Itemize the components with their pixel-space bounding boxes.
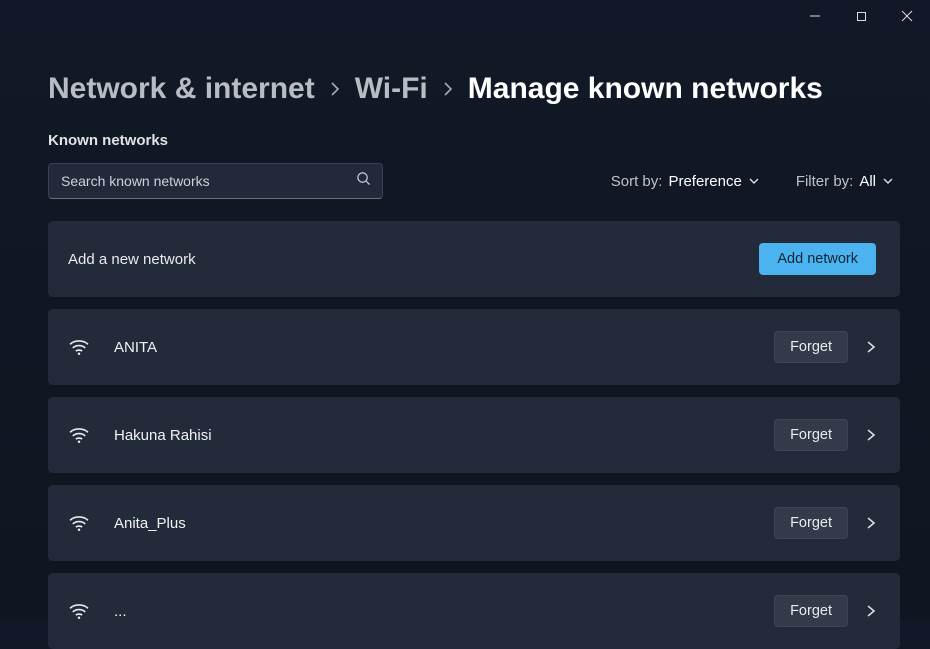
sort-by-value: Preference (668, 173, 741, 190)
sort-by-dropdown[interactable]: Sort by: Preference (611, 173, 760, 190)
filter-by-dropdown[interactable]: Filter by: All (796, 173, 894, 190)
breadcrumb: Network & internet Wi-Fi Manage known ne… (48, 72, 900, 106)
wifi-icon (66, 514, 92, 532)
forget-button[interactable]: Forget (774, 331, 848, 363)
chevron-right-icon[interactable] (866, 340, 876, 354)
network-row[interactable]: Anita_Plus Forget (48, 485, 900, 561)
add-network-label: Add a new network (68, 251, 759, 268)
network-name: Anita_Plus (114, 515, 774, 532)
network-name: ... (114, 603, 774, 620)
chevron-down-icon (882, 173, 894, 190)
network-name: ANITA (114, 339, 774, 356)
forget-button[interactable]: Forget (774, 507, 848, 539)
breadcrumb-item-wifi[interactable]: Wi-Fi (355, 72, 428, 106)
chevron-right-icon[interactable] (866, 428, 876, 442)
forget-button[interactable]: Forget (774, 419, 848, 451)
minimize-button[interactable] (792, 0, 838, 32)
filter-by-label: Filter by: (796, 173, 854, 190)
network-name: Hakuna Rahisi (114, 427, 774, 444)
maximize-button[interactable] (838, 0, 884, 32)
chevron-right-icon (329, 82, 341, 96)
search-field (48, 163, 383, 199)
wifi-icon (66, 338, 92, 356)
wifi-icon (66, 602, 92, 620)
filter-by-value: All (859, 173, 876, 190)
chevron-right-icon (442, 82, 454, 96)
breadcrumb-item-network[interactable]: Network & internet (48, 72, 315, 106)
breadcrumb-item-current: Manage known networks (468, 72, 823, 106)
network-row[interactable]: ... Forget (48, 573, 900, 649)
chevron-right-icon[interactable] (866, 516, 876, 530)
section-title: Known networks (48, 132, 900, 149)
network-row[interactable]: Hakuna Rahisi Forget (48, 397, 900, 473)
close-button[interactable] (884, 0, 930, 32)
add-network-button[interactable]: Add network (759, 243, 876, 275)
add-network-row: Add a new network Add network (48, 221, 900, 297)
wifi-icon (66, 426, 92, 444)
sort-by-label: Sort by: (611, 173, 663, 190)
forget-button[interactable]: Forget (774, 595, 848, 627)
network-row[interactable]: ANITA Forget (48, 309, 900, 385)
chevron-down-icon (748, 173, 760, 190)
chevron-right-icon[interactable] (866, 604, 876, 618)
search-input[interactable] (48, 163, 383, 199)
titlebar (0, 0, 930, 32)
